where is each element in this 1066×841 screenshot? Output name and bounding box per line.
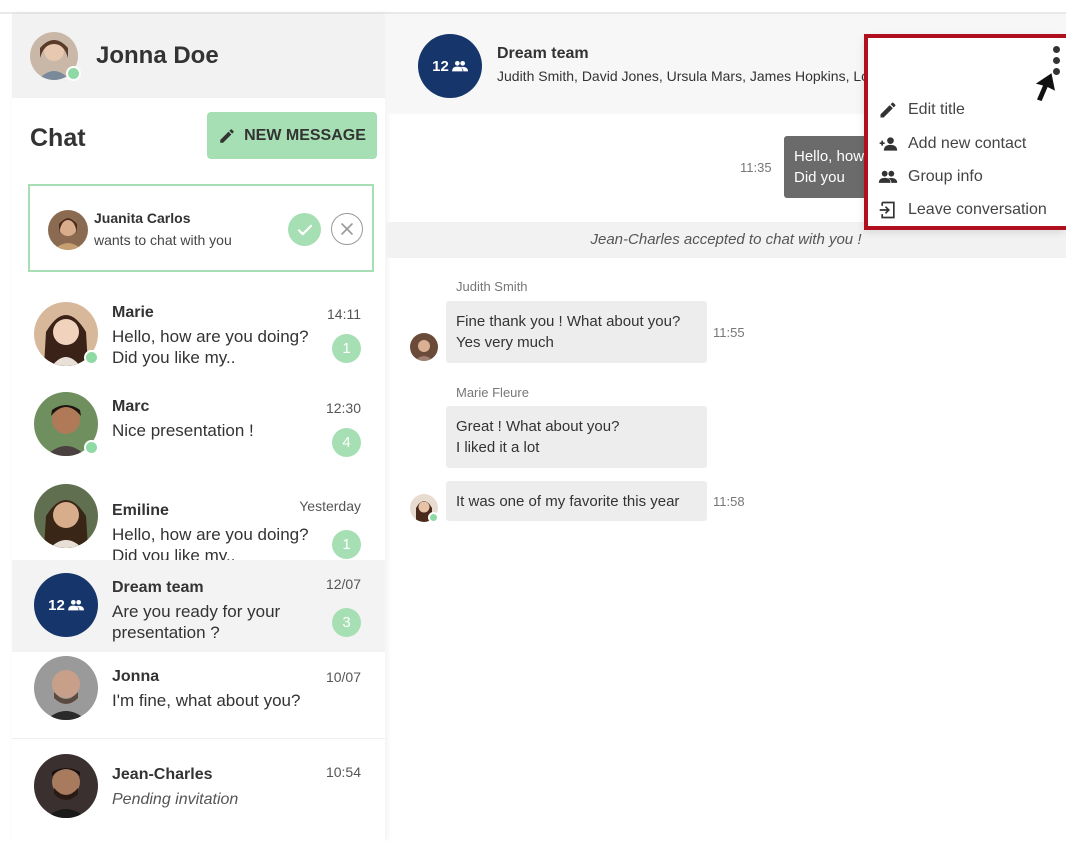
- online-status-dot: [84, 350, 99, 365]
- conversation-name: Emiline: [112, 502, 169, 519]
- conversation-preview: Hello, how are you doing? Did you like m…: [112, 327, 309, 367]
- list-divider: [12, 738, 385, 739]
- message-line: Fine thank you ! What about you?: [456, 313, 681, 330]
- group-avatar: 12: [418, 34, 482, 98]
- pencil-icon: [880, 102, 896, 118]
- check-icon: [297, 224, 312, 235]
- system-notice-text: Jean-Charles accepted to chat with you !: [590, 231, 862, 248]
- message-line: It was one of my favorite this year: [456, 493, 680, 510]
- conversation-name: Marc: [112, 398, 150, 415]
- message-line: Yes very much: [456, 334, 554, 351]
- invite-sender-name: Juanita Carlos: [94, 210, 191, 226]
- add-person-icon: [879, 137, 898, 151]
- conversation-item-marc[interactable]: Marc 12:30 Nice presentation ! 4: [12, 386, 385, 476]
- message-time: 11:55: [713, 325, 745, 340]
- conversation-preview: Are you ready for your presentation ?: [112, 602, 281, 642]
- menu-item-group-info[interactable]: Group info: [878, 164, 983, 190]
- conversation-title: Dream team: [497, 45, 589, 62]
- message-line: Did you: [794, 169, 845, 186]
- conversation-name: Dream team: [112, 579, 204, 596]
- menu-item-label: Leave conversation: [908, 201, 1047, 218]
- online-status-dot: [84, 440, 99, 455]
- chat-invitation-card: Juanita Carlos wants to chat with you: [28, 184, 374, 272]
- unread-badge: 4: [332, 428, 361, 457]
- new-message-button[interactable]: NEW MESSAGE: [207, 112, 377, 159]
- close-icon: [341, 223, 353, 235]
- conversation-time: 10/07: [325, 669, 361, 685]
- group-member-count: 12: [432, 57, 449, 75]
- incoming-message-bubble: Fine thank you ! What about you? Yes ver…: [446, 301, 707, 363]
- group-icon: [878, 170, 898, 183]
- sender-avatar: [410, 333, 438, 361]
- message-time: 11:58: [713, 494, 745, 509]
- conversation-preview: I'm fine, what about you?: [112, 691, 301, 710]
- menu-item-leave-conversation[interactable]: Leave conversation: [878, 197, 1047, 223]
- unread-badge: 1: [332, 530, 361, 559]
- conversation-item-jean-charles[interactable]: Jean-Charles 10:54 Pending invitation: [12, 744, 385, 834]
- conversation-item-dream-team[interactable]: 12 Dream team 12/07 Are you ready for yo…: [12, 560, 385, 652]
- conversation-time: 12:30: [325, 400, 361, 416]
- decline-invite-button[interactable]: [331, 213, 363, 245]
- message-sender: Judith Smith: [456, 279, 528, 294]
- menu-item-label: Add new contact: [908, 135, 1027, 152]
- profile-name: Jonna Doe: [96, 42, 219, 69]
- exit-icon: [879, 201, 895, 219]
- conversation-time: Yesterday: [299, 498, 361, 514]
- outgoing-message-bubble: Hello, how Did you: [784, 136, 874, 198]
- message-line: Great ! What about you?: [456, 418, 620, 435]
- conversation-name: Marie: [112, 304, 154, 321]
- pencil-icon: [220, 128, 234, 143]
- message-time: 11:35: [740, 160, 772, 175]
- conversation-item-marie[interactable]: Marie 14:11 Hello, how are you doing? Di…: [12, 290, 385, 380]
- conversation-item-jonna[interactable]: Jonna 10/07 I'm fine, what about you?: [12, 652, 385, 742]
- group-icon: [451, 61, 468, 72]
- conversation-item-emiline[interactable]: Emiline Yesterday Hello, how are you doi…: [12, 476, 385, 566]
- new-message-label: NEW MESSAGE: [244, 126, 366, 144]
- group-avatar: 12: [34, 573, 98, 637]
- avatar: [34, 484, 98, 548]
- menu-item-label: Edit title: [908, 101, 965, 118]
- conversation-time: 12/07: [325, 576, 361, 592]
- menu-item-label: Group info: [908, 168, 983, 185]
- unread-badge: 1: [332, 334, 361, 363]
- menu-item-edit-title[interactable]: Edit title: [878, 97, 965, 123]
- conversation-preview: Nice presentation !: [112, 421, 254, 440]
- conversation-options-menu: Edit title Add new contact Group info Le…: [866, 36, 1066, 230]
- conversation-name: Jonna: [112, 668, 160, 685]
- invite-avatar: [48, 210, 88, 250]
- menu-item-add-contact[interactable]: Add new contact: [878, 131, 1026, 157]
- online-status-dot: [428, 512, 439, 523]
- message-line: I liked it a lot: [456, 439, 540, 456]
- conversation-time: 14:11: [327, 306, 361, 322]
- conversation-time: 10:54: [325, 764, 361, 780]
- group-member-count: 12: [48, 596, 65, 614]
- incoming-message-bubble: Great ! What about you? I liked it a lot: [446, 406, 707, 468]
- conversation-name: Jean-Charles: [112, 766, 213, 783]
- accept-invite-button[interactable]: [288, 213, 321, 246]
- message-sender: Marie Fleure: [456, 385, 529, 400]
- chat-heading: Chat: [30, 124, 86, 152]
- online-status-dot: [66, 66, 81, 81]
- invite-text: wants to chat with you: [94, 232, 232, 248]
- avatar: [34, 656, 98, 720]
- profile-bar: Jonna Doe: [12, 14, 385, 98]
- avatar: [34, 754, 98, 818]
- unread-badge: 3: [332, 608, 361, 637]
- incoming-message-bubble: It was one of my favorite this year: [446, 481, 707, 521]
- pending-invitation-status: Pending invitation: [112, 791, 239, 808]
- mouse-pointer-icon: [1032, 70, 1058, 103]
- conversation-sidebar: Jonna Doe Chat NEW MESSAGE Juanita Carlo…: [12, 14, 385, 841]
- group-icon: [67, 600, 84, 611]
- message-line: Hello, how: [794, 148, 865, 165]
